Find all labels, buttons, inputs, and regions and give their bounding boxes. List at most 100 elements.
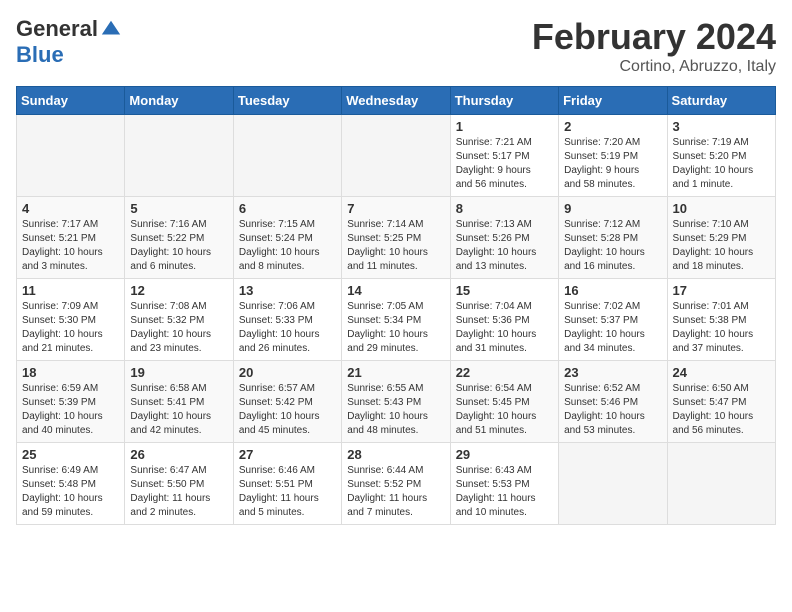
logo-general: General <box>16 16 98 42</box>
day-info: Sunrise: 7:13 AM Sunset: 5:26 PM Dayligh… <box>456 218 553 274</box>
day-number: 2 <box>564 119 661 134</box>
weekday-header-friday: Friday <box>559 87 667 115</box>
weekday-header-thursday: Thursday <box>450 87 558 115</box>
location-title: Cortino, Abruzzo, Italy <box>532 58 776 76</box>
day-number: 13 <box>239 283 336 298</box>
calendar-cell: 15 Sunrise: 7:04 AM Sunset: 5:36 PM Dayli… <box>450 279 558 361</box>
calendar-cell: 5Sunrise: 7:16 AM Sunset: 5:22 PM Daylig… <box>125 197 233 279</box>
day-number: 16 <box>564 283 661 298</box>
calendar-cell: 18Sunrise: 6:59 AM Sunset: 5:39 PM Dayli… <box>17 361 125 443</box>
calendar-cell: 2Sunrise: 7:20 AM Sunset: 5:19 PM Daylig… <box>559 115 667 197</box>
logo: General Blue <box>16 16 122 68</box>
day-number: 7 <box>347 201 444 216</box>
weekday-header-row: SundayMondayTuesdayWednesdayThursdayFrid… <box>17 87 776 115</box>
calendar-cell <box>233 115 341 197</box>
weekday-header-saturday: Saturday <box>667 87 775 115</box>
calendar-cell: 9Sunrise: 7:12 AM Sunset: 5:28 PM Daylig… <box>559 197 667 279</box>
day-info: Sunrise: 7:15 AM Sunset: 5:24 PM Dayligh… <box>239 218 336 274</box>
day-number: 9 <box>564 201 661 216</box>
day-number: 28 <box>347 447 444 462</box>
day-number: 29 <box>456 447 553 462</box>
day-number: 6 <box>239 201 336 216</box>
calendar-cell: 8 Sunrise: 7:13 AM Sunset: 5:26 PM Daylig… <box>450 197 558 279</box>
day-info: Sunrise: 7:09 AM Sunset: 5:30 PM Dayligh… <box>22 300 119 356</box>
day-info: Sunrise: 6:43 AM Sunset: 5:53 PM Dayligh… <box>456 464 553 520</box>
day-info: Sunrise: 7:19 AM Sunset: 5:20 PM Dayligh… <box>673 136 770 192</box>
month-title: February 2024 <box>532 16 776 58</box>
day-info: Sunrise: 6:54 AM Sunset: 5:45 PM Dayligh… <box>456 382 553 438</box>
day-info: Sunrise: 6:50 AM Sunset: 5:47 PM Dayligh… <box>673 382 770 438</box>
calendar-cell: 26Sunrise: 6:47 AM Sunset: 5:50 PM Dayli… <box>125 443 233 525</box>
calendar-cell <box>342 115 450 197</box>
weekday-header-tuesday: Tuesday <box>233 87 341 115</box>
day-info: Sunrise: 6:57 AM Sunset: 5:42 PM Dayligh… <box>239 382 336 438</box>
calendar-cell: 13 Sunrise: 7:06 AM Sunset: 5:33 PM Dayli… <box>233 279 341 361</box>
calendar-cell: 6 Sunrise: 7:15 AM Sunset: 5:24 PM Daylig… <box>233 197 341 279</box>
day-info: Sunrise: 7:04 AM Sunset: 5:36 PM Dayligh… <box>456 300 553 356</box>
day-info: Sunrise: 6:52 AM Sunset: 5:46 PM Dayligh… <box>564 382 661 438</box>
day-info: Sunrise: 7:02 AM Sunset: 5:37 PM Dayligh… <box>564 300 661 356</box>
weekday-header-sunday: Sunday <box>17 87 125 115</box>
calendar-table: SundayMondayTuesdayWednesdayThursdayFrid… <box>16 86 776 525</box>
title-block: February 2024 Cortino, Abruzzo, Italy <box>532 16 776 76</box>
calendar-week-0: 1 Sunrise: 7:21 AM Sunset: 5:17 PM Daylig… <box>17 115 776 197</box>
calendar-cell: 20 Sunrise: 6:57 AM Sunset: 5:42 PM Dayli… <box>233 361 341 443</box>
calendar-cell: 21 Sunrise: 6:55 AM Sunset: 5:43 PM Dayli… <box>342 361 450 443</box>
calendar-cell: 27 Sunrise: 6:46 AM Sunset: 5:51 PM Dayli… <box>233 443 341 525</box>
calendar-week-3: 18Sunrise: 6:59 AM Sunset: 5:39 PM Dayli… <box>17 361 776 443</box>
day-number: 1 <box>456 119 553 134</box>
calendar-cell: 12Sunrise: 7:08 AM Sunset: 5:32 PM Dayli… <box>125 279 233 361</box>
day-number: 20 <box>239 365 336 380</box>
calendar-cell: 16 Sunrise: 7:02 AM Sunset: 5:37 PM Dayli… <box>559 279 667 361</box>
day-info: Sunrise: 7:06 AM Sunset: 5:33 PM Dayligh… <box>239 300 336 356</box>
calendar-cell: 3 Sunrise: 7:19 AM Sunset: 5:20 PM Daylig… <box>667 115 775 197</box>
day-info: Sunrise: 6:59 AM Sunset: 5:39 PM Dayligh… <box>22 382 119 438</box>
day-number: 25 <box>22 447 119 462</box>
day-number: 4 <box>22 201 119 216</box>
day-info: Sunrise: 7:14 AM Sunset: 5:25 PM Dayligh… <box>347 218 444 274</box>
calendar-cell: 11 Sunrise: 7:09 AM Sunset: 5:30 PM Dayli… <box>17 279 125 361</box>
weekday-header-wednesday: Wednesday <box>342 87 450 115</box>
day-info: Sunrise: 7:10 AM Sunset: 5:29 PM Dayligh… <box>673 218 770 274</box>
day-number: 23 <box>564 365 661 380</box>
calendar-cell: 10 Sunrise: 7:10 AM Sunset: 5:29 PM Dayli… <box>667 197 775 279</box>
day-number: 8 <box>456 201 553 216</box>
calendar-cell: 23 Sunrise: 6:52 AM Sunset: 5:46 PM Dayli… <box>559 361 667 443</box>
day-number: 12 <box>130 283 227 298</box>
day-info: Sunrise: 6:55 AM Sunset: 5:43 PM Dayligh… <box>347 382 444 438</box>
calendar-cell <box>17 115 125 197</box>
day-info: Sunrise: 7:17 AM Sunset: 5:21 PM Dayligh… <box>22 218 119 274</box>
day-number: 15 <box>456 283 553 298</box>
day-number: 5 <box>130 201 227 216</box>
day-number: 27 <box>239 447 336 462</box>
day-number: 24 <box>673 365 770 380</box>
calendar-cell: 4 Sunrise: 7:17 AM Sunset: 5:21 PM Daylig… <box>17 197 125 279</box>
day-info: Sunrise: 7:21 AM Sunset: 5:17 PM Dayligh… <box>456 136 553 192</box>
day-number: 14 <box>347 283 444 298</box>
day-number: 10 <box>673 201 770 216</box>
day-info: Sunrise: 7:05 AM Sunset: 5:34 PM Dayligh… <box>347 300 444 356</box>
day-number: 17 <box>673 283 770 298</box>
calendar-cell: 24 Sunrise: 6:50 AM Sunset: 5:47 PM Dayli… <box>667 361 775 443</box>
calendar-cell: 25 Sunrise: 6:49 AM Sunset: 5:48 PM Dayli… <box>17 443 125 525</box>
day-info: Sunrise: 6:44 AM Sunset: 5:52 PM Dayligh… <box>347 464 444 520</box>
day-number: 19 <box>130 365 227 380</box>
calendar-week-4: 25 Sunrise: 6:49 AM Sunset: 5:48 PM Dayli… <box>17 443 776 525</box>
calendar-cell: 14 Sunrise: 7:05 AM Sunset: 5:34 PM Dayli… <box>342 279 450 361</box>
day-number: 11 <box>22 283 119 298</box>
calendar-cell: 22 Sunrise: 6:54 AM Sunset: 5:45 PM Dayli… <box>450 361 558 443</box>
day-info: Sunrise: 6:49 AM Sunset: 5:48 PM Dayligh… <box>22 464 119 520</box>
day-number: 22 <box>456 365 553 380</box>
calendar-cell: 28 Sunrise: 6:44 AM Sunset: 5:52 PM Dayli… <box>342 443 450 525</box>
day-info: Sunrise: 7:01 AM Sunset: 5:38 PM Dayligh… <box>673 300 770 356</box>
calendar-week-2: 11 Sunrise: 7:09 AM Sunset: 5:30 PM Dayli… <box>17 279 776 361</box>
day-number: 21 <box>347 365 444 380</box>
calendar-cell: 1 Sunrise: 7:21 AM Sunset: 5:17 PM Daylig… <box>450 115 558 197</box>
day-info: Sunrise: 6:46 AM Sunset: 5:51 PM Dayligh… <box>239 464 336 520</box>
calendar-cell <box>667 443 775 525</box>
weekday-header-monday: Monday <box>125 87 233 115</box>
day-number: 3 <box>673 119 770 134</box>
day-number: 26 <box>130 447 227 462</box>
calendar-cell <box>125 115 233 197</box>
logo-icon <box>100 18 122 40</box>
